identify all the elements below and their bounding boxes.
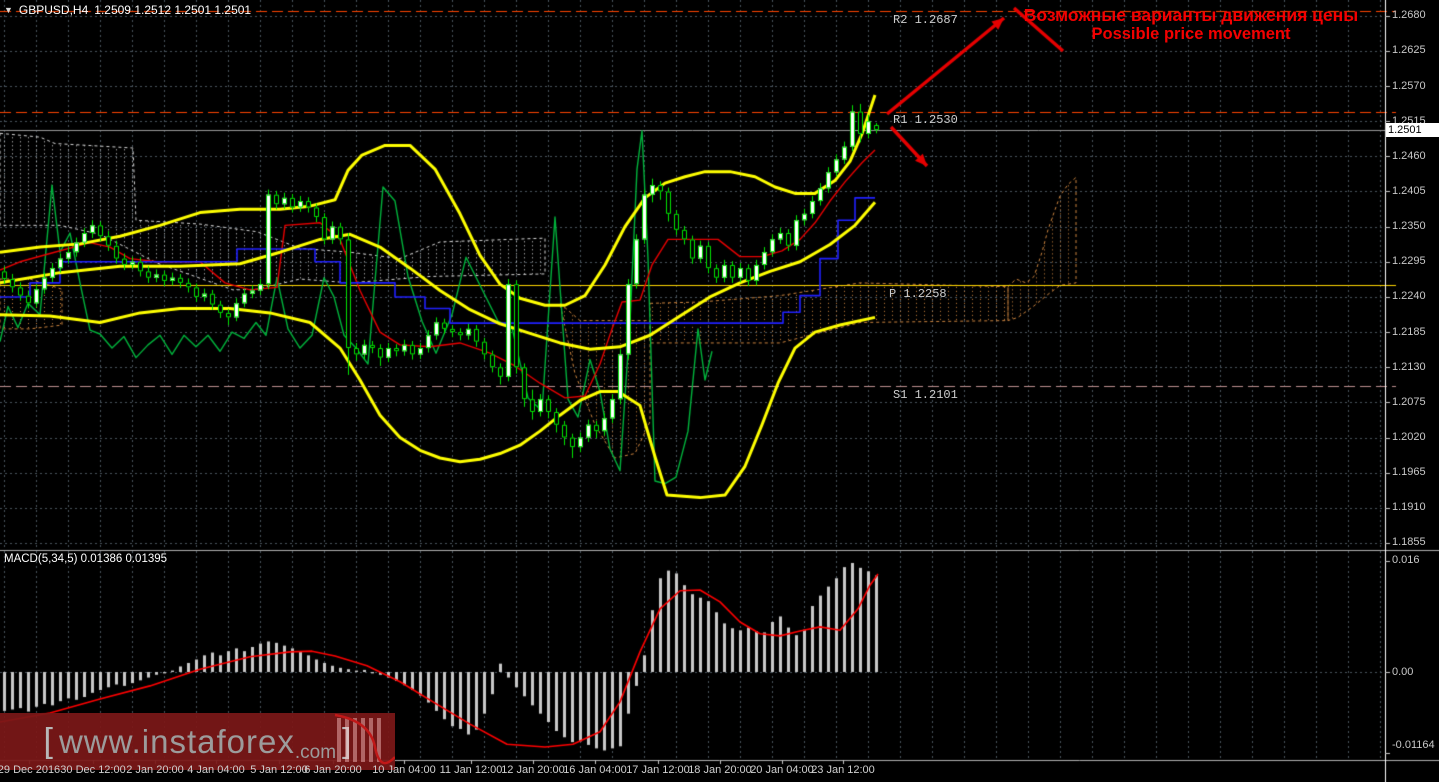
price-tick-label: 1.2405 (1392, 184, 1426, 197)
pivot-label-p: P 1.2258 (889, 287, 947, 301)
price-tick-label: 1.2240 (1392, 290, 1426, 303)
price-tick-label: 1.2185 (1392, 325, 1426, 338)
price-tick-label: 1.1855 (1392, 536, 1426, 549)
price-tick-label: 1.2460 (1392, 149, 1426, 162)
price-tick-label: 1.1910 (1392, 501, 1426, 514)
symbol-title: ▼ GBPUSD,H4 1.2509 1.2512 1.2501 1.2501 (4, 3, 251, 17)
chart-window: ▼ GBPUSD,H4 1.2509 1.2512 1.2501 1.2501 … (0, 0, 1439, 782)
price-tick-label: 1.2020 (1392, 431, 1426, 444)
price-tick-label: 1.1965 (1392, 466, 1426, 479)
pivot-label-r2: R2 1.2687 (893, 13, 958, 27)
watermark-domain: www.instaforex (58, 722, 295, 760)
broker-watermark: [ www.instaforex .com ] (0, 713, 395, 770)
price-tick-label: 1.2130 (1392, 360, 1426, 373)
current-price-tag: 1.2501 (1386, 123, 1439, 138)
watermark-swoosh-decoration (334, 713, 395, 765)
chevron-down-icon[interactable]: ▼ (4, 5, 13, 15)
price-tick-label: 1.2295 (1392, 255, 1426, 268)
macd-tick-label: 0.016 (1392, 554, 1420, 567)
time-tick-label: 23 Jan 12:00 (811, 764, 875, 776)
annotation-line-ru: Возможные варианты движения цены (1023, 5, 1359, 25)
price-tick-label: 1.2680 (1392, 9, 1426, 22)
symbol-period-label: GBPUSD,H4 (18, 3, 89, 17)
pivot-label-s1: S1 1.2101 (893, 388, 958, 402)
price-movement-annotation: Возможные варианты движения цены Possibl… (998, 5, 1384, 44)
macd-indicator-label: MACD(5,34,5) 0.01386 0.01395 (4, 553, 168, 565)
watermark-bracket-left: [ (43, 722, 53, 760)
price-tick-label: 1.2570 (1392, 79, 1426, 92)
chart-canvas[interactable] (0, 0, 1439, 782)
macd-tick-label: 0.00 (1392, 665, 1414, 678)
macd-tick-label: -0.01164 (1392, 738, 1435, 751)
ohlc-quotes: 1.2509 1.2512 1.2501 1.2501 (94, 3, 252, 17)
price-tick-label: 1.2625 (1392, 44, 1426, 57)
price-tick-label: 1.2350 (1392, 220, 1426, 233)
price-tick-label: 1.2075 (1392, 395, 1426, 408)
pivot-label-r1: R1 1.2530 (893, 113, 958, 127)
annotation-line-en: Possible price movement (1091, 25, 1291, 44)
